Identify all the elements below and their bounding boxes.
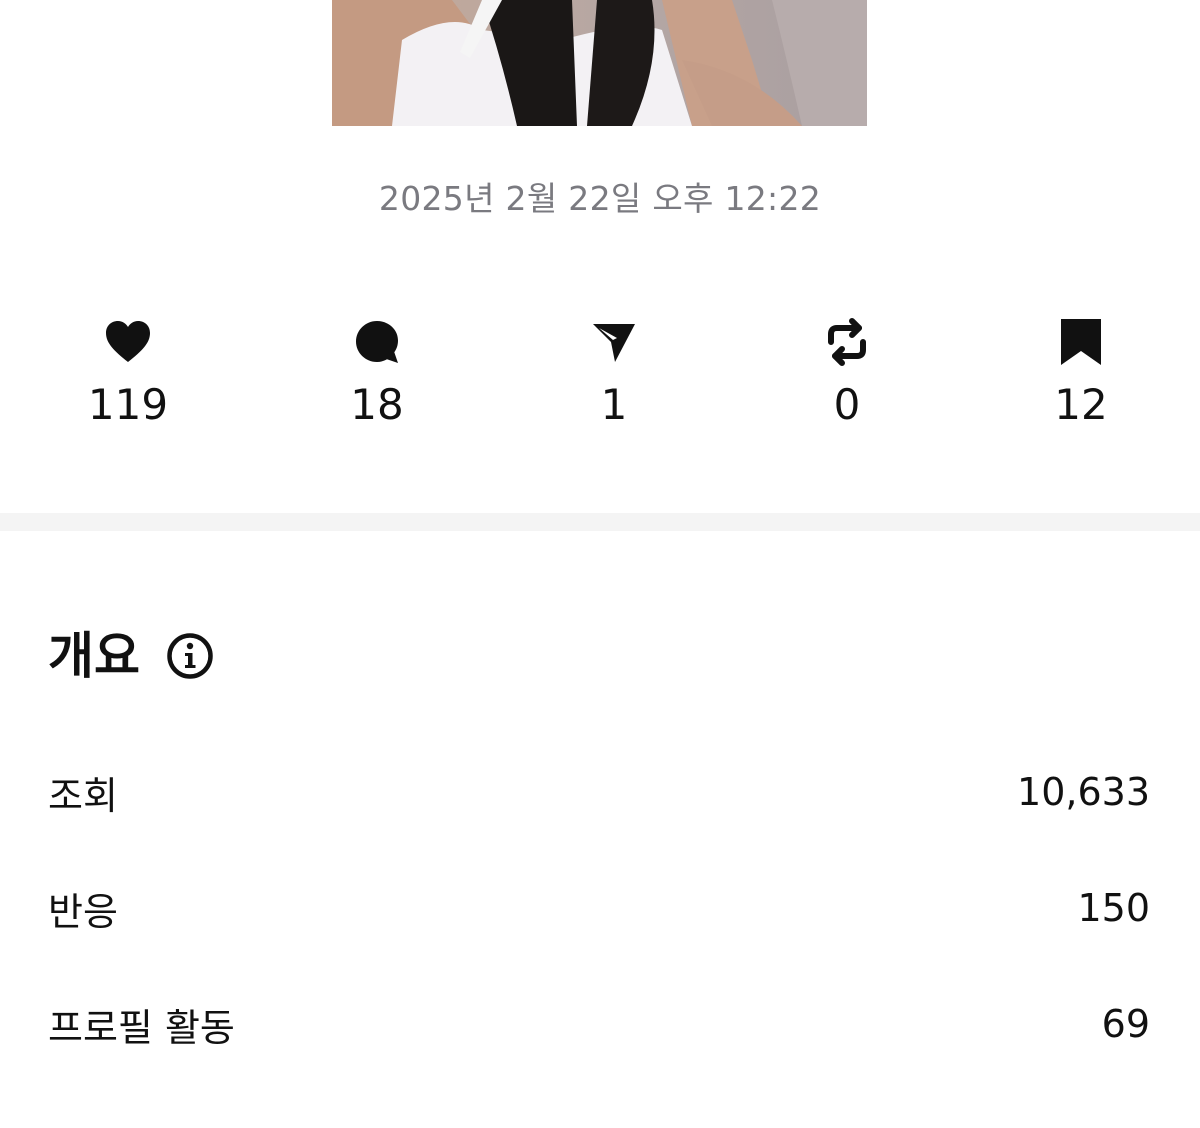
like-count: 119 <box>87 380 169 429</box>
repost-icon <box>767 316 927 368</box>
comment-count: 18 <box>350 380 404 429</box>
bookmark-count: 12 <box>1054 380 1108 429</box>
repost-count: 0 <box>833 380 861 429</box>
heart-icon <box>48 316 208 368</box>
stat-row-profile-activity[interactable]: 프로필 활동 69 <box>48 998 1150 1050</box>
repost-button[interactable]: 0 <box>767 316 927 430</box>
share-count: 1 <box>600 380 628 429</box>
bookmark-button[interactable]: 12 <box>1001 316 1161 430</box>
stat-value: 10,633 <box>1017 770 1150 814</box>
stat-label: 프로필 활동 <box>48 1005 235 1050</box>
like-button[interactable]: 119 <box>48 316 208 430</box>
share-button[interactable]: 1 <box>534 316 694 430</box>
comment-icon <box>297 316 457 368</box>
post-image[interactable] <box>332 0 867 126</box>
info-icon[interactable] <box>166 632 214 680</box>
stat-value: 150 <box>1077 886 1150 930</box>
overview-header: 개요 <box>48 625 214 687</box>
stat-row-reactions[interactable]: 반응 150 <box>48 882 1150 934</box>
overview-title: 개요 <box>48 627 140 685</box>
section-divider <box>0 513 1200 531</box>
send-icon <box>534 316 694 368</box>
stat-label: 조회 <box>48 773 118 818</box>
stat-row-views[interactable]: 조회 10,633 <box>48 766 1150 818</box>
post-timestamp: 2025년 2월 22일 오후 12:22 <box>378 179 822 218</box>
bookmark-icon <box>1001 316 1161 368</box>
stat-label: 반응 <box>48 889 118 934</box>
stat-value: 69 <box>1101 1002 1150 1046</box>
comment-button[interactable]: 18 <box>297 316 457 430</box>
